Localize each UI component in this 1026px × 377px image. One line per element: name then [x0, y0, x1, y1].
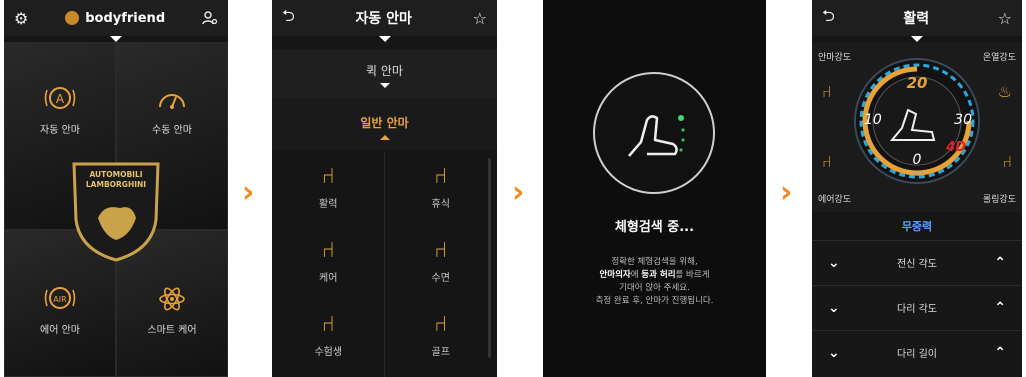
air-strength-icon[interactable]: ⑁	[822, 152, 832, 171]
tile-label: 에어 안마	[40, 325, 80, 336]
page-title: 자동 안마	[355, 11, 412, 27]
heat-strength-icon[interactable]: ♨	[998, 82, 1012, 101]
instruction-line: 정확한 체형검색을 위해,	[611, 257, 698, 267]
star-icon[interactable]: ☆	[473, 9, 487, 28]
body-scan-ring	[589, 68, 719, 198]
seat-icon: ⑁	[321, 312, 335, 337]
gauge-top-value: 20	[906, 74, 928, 92]
chevron-down-icon[interactable]: ⌄	[828, 345, 840, 361]
program-item[interactable]: ⑁ 수험생	[272, 312, 385, 358]
tab-quick-massage[interactable]: 퀵 안마	[272, 50, 497, 98]
tab-label: 일반 안마	[360, 116, 409, 130]
program-top-bar: ⮌ 활력 ☆	[812, 0, 1022, 36]
scan-heading: 체형검색 중...	[614, 220, 695, 235]
program-grid: ⑁ 활력 ⑁ 휴식 ⑁ 케어 ⑁ 수면 ⑁ 수험생 ⑁ 골프	[272, 152, 497, 377]
flow-arrow-icon: ›	[780, 175, 793, 210]
svg-text:A: A	[56, 92, 65, 106]
chevron-up-icon[interactable]: ⌃	[994, 300, 1006, 316]
seat-icon: ⑁	[321, 164, 335, 189]
brand-name: bodyfriend	[85, 10, 166, 26]
tile-label: 수동 안마	[152, 125, 192, 136]
instruction-line: 측정 완료 후, 안마가 진행됩니다.	[595, 296, 714, 306]
label-rolling-strength: 롤링강도	[982, 195, 1016, 205]
auto-massage-icon: A	[5, 85, 115, 115]
page-title: 활력	[903, 11, 930, 27]
tab-label: 퀵 안마	[366, 64, 403, 78]
seat-icon: ⑁	[434, 312, 448, 337]
program-item[interactable]: ⑁ 활력	[272, 164, 385, 210]
program-item[interactable]: ⑁ 골프	[385, 312, 498, 358]
brand-logo: bodyfriend	[65, 11, 165, 26]
manual-massage-icon	[117, 85, 227, 115]
program-running-screen: ⮌ 활력 ☆ 안마강도 온열강도 에어강도 롤링강도 ⑁ ♨ ⑁ ⑁ 20 10…	[812, 0, 1022, 377]
program-item[interactable]: ⑁ 수면	[385, 238, 498, 284]
svg-text:AIR: AIR	[53, 295, 67, 304]
label-massage-strength: 안마강도	[818, 53, 852, 63]
tile-label: 스마트 케어	[147, 325, 197, 336]
timer-gauge: 20 10 30 0 min 4D	[852, 56, 982, 186]
seat-icon: ⑁	[321, 238, 335, 263]
instruction-line: 기대어 앉아 주세요.	[619, 283, 690, 293]
program-item[interactable]: ⑁ 케어	[272, 238, 385, 284]
leg-angle-row: ⌄ 다리 각도 ⌃	[812, 285, 1022, 329]
program-label: 수험생	[314, 347, 343, 358]
seat-icon: ⑁	[434, 164, 448, 189]
program-label: 활력	[319, 199, 338, 210]
lamborghini-badge: AUTOMOBILI LAMBORGHINI	[68, 160, 164, 262]
gauge-left-value: 10	[864, 112, 882, 128]
chevron-up-icon	[379, 135, 390, 140]
scan-instructions: 정확한 체형검색을 위해, 안마의자에 등과 허리를 바르게 기대어 앉아 주세…	[543, 256, 766, 308]
user-profile-icon[interactable]	[202, 10, 218, 26]
program-label: 휴식	[431, 199, 450, 210]
back-icon[interactable]: ⮌	[822, 5, 835, 32]
program-label: 케어	[319, 273, 338, 284]
gear-icon[interactable]: ⚙	[14, 9, 28, 28]
air-massage-icon: AIR	[5, 285, 115, 315]
smart-care-icon	[117, 285, 227, 317]
row-label: 다리 길이	[897, 349, 937, 360]
auto-massage-screen: ⮌ 자동 안마 ☆ 퀵 안마 일반 안마 ⑁ 활력 ⑁ 휴식 ⑁ 케어 ⑁ 수면	[272, 0, 497, 377]
mode-label: 무중력	[901, 220, 933, 233]
flow-arrow-icon: ›	[512, 175, 525, 210]
home-top-bar: ⚙ bodyfriend	[4, 0, 228, 36]
program-item[interactable]: ⑁ 휴식	[385, 164, 498, 210]
control-panel: 안마강도 온열강도 에어강도 롤링강도 ⑁ ♨ ⑁ ⑁ 20 10 30 0 m…	[812, 42, 1022, 212]
full-body-angle-row: ⌄ 전신 각도 ⌃	[812, 240, 1022, 284]
program-label: 골프	[431, 347, 450, 358]
instruction-line: 안마의자에 등과 허리를 바르게	[599, 270, 710, 280]
star-add-icon[interactable]: ☆	[998, 9, 1012, 28]
row-label: 다리 각도	[897, 304, 937, 315]
badge-text-line: LAMBORGHINI	[85, 180, 147, 189]
back-icon[interactable]: ⮌	[282, 5, 295, 32]
rolling-strength-icon[interactable]: ⑁	[1002, 152, 1012, 171]
badge-text-line: AUTOMOBILI	[89, 170, 143, 179]
home-screen: ⚙ bodyfriend A 자동 안마 수동 안마 AIR 에어 안마 스마트…	[4, 0, 228, 377]
massage-strength-icon[interactable]: ⑁	[822, 82, 832, 101]
body-scan-screen: 체형검색 중... 정확한 체형검색을 위해, 안마의자에 등과 허리를 바르게…	[543, 0, 766, 377]
gauge-right-value: 30	[954, 112, 972, 128]
label-air-strength: 에어강도	[818, 195, 852, 205]
badge-4d: 4D	[946, 140, 966, 155]
program-label: 수면	[431, 273, 450, 284]
label-heat-strength: 온열강도	[982, 53, 1016, 63]
seat-icon: ⑁	[434, 238, 448, 263]
brand-emblem-icon	[65, 11, 80, 25]
chevron-down-icon[interactable]: ⌄	[828, 300, 840, 316]
chevron-up-icon[interactable]: ⌃	[994, 255, 1006, 271]
flow-arrow-icon: ›	[242, 175, 255, 210]
auto-massage-top-bar: ⮌ 자동 안마 ☆	[272, 0, 497, 36]
pull-down-handle-icon[interactable]	[378, 36, 391, 42]
chevron-down-icon[interactable]: ⌄	[828, 255, 840, 271]
leg-length-row: ⌄ 다리 길이 ⌃	[812, 330, 1022, 374]
row-label: 전신 각도	[897, 259, 937, 270]
chevron-up-icon[interactable]: ⌃	[994, 345, 1006, 361]
gauge-unit: min	[910, 170, 924, 178]
tile-label: 자동 안마	[40, 125, 80, 136]
tab-normal-massage[interactable]: 일반 안마	[272, 98, 497, 150]
chevron-down-icon	[379, 83, 390, 88]
